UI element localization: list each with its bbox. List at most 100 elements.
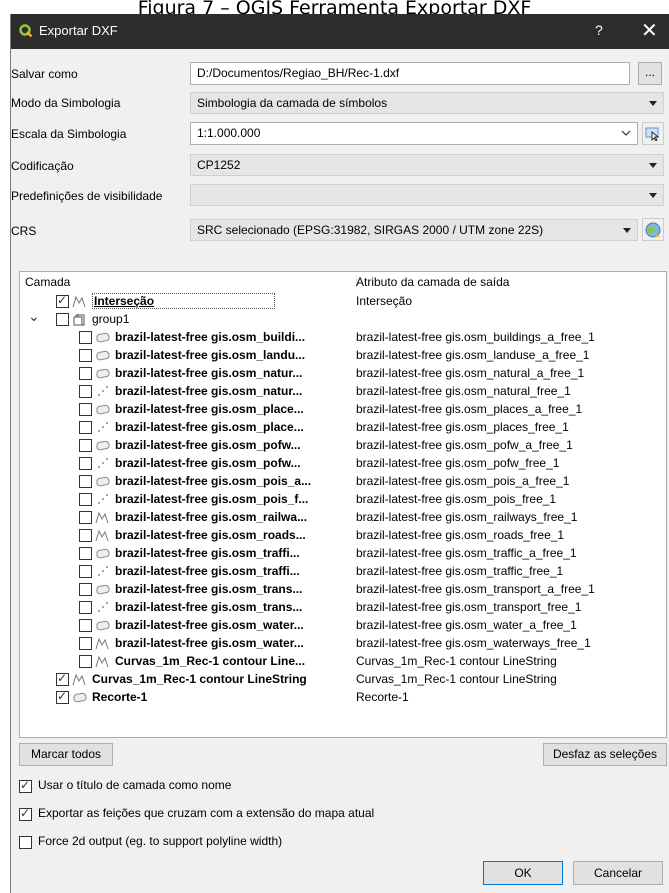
- output-attribute[interactable]: brazil-latest-free gis.osm_waterways_fre…: [356, 636, 591, 650]
- layer-row[interactable]: Interseção Interseção: [20, 293, 666, 310]
- output-attribute[interactable]: brazil-latest-free gis.osm_landuse_a_fre…: [356, 348, 589, 362]
- layer-checkbox[interactable]: [79, 637, 92, 650]
- layer-checkbox[interactable]: [79, 385, 92, 398]
- crs-selector-button[interactable]: [642, 218, 664, 241]
- layer-row[interactable]: Recorte-1 Recorte-1: [20, 689, 666, 706]
- layer-checkbox[interactable]: [79, 655, 92, 668]
- layer-checkbox[interactable]: [56, 671, 69, 686]
- expand-chevron-icon[interactable]: ⌄: [28, 308, 40, 325]
- layer-row[interactable]: brazil-latest-free gis.osm_buildi... braz…: [20, 329, 666, 346]
- layer-row[interactable]: brazil-latest-free gis.osm_natur... brazi…: [20, 383, 666, 400]
- layer-checkbox[interactable]: [79, 565, 92, 578]
- layer-row[interactable]: brazil-latest-free gis.osm_railwa... braz…: [20, 509, 666, 526]
- close-button[interactable]: ✕: [641, 18, 658, 42]
- deselect-all-button[interactable]: Desfaz as seleções: [543, 743, 667, 766]
- layer-checkbox[interactable]: [79, 493, 92, 506]
- layer-checkbox[interactable]: [79, 619, 92, 632]
- layer-checkbox[interactable]: [79, 349, 92, 362]
- layer-row[interactable]: brazil-latest-free gis.osm_pofw... brazil…: [20, 437, 666, 454]
- layer-checkbox[interactable]: [79, 475, 92, 488]
- output-attribute[interactable]: brazil-latest-free gis.osm_transport_a_f…: [356, 582, 595, 596]
- output-attribute[interactable]: brazil-latest-free gis.osm_places_a_free…: [356, 402, 582, 416]
- layer-checkbox[interactable]: [79, 529, 92, 542]
- layer-row[interactable]: brazil-latest-free gis.osm_traffi... braz…: [20, 545, 666, 562]
- layer-row[interactable]: brazil-latest-free gis.osm_landu... brazi…: [20, 347, 666, 364]
- output-attribute[interactable]: brazil-latest-free gis.osm_roads_free_1: [356, 528, 564, 542]
- layer-row[interactable]: brazil-latest-free gis.osm_water... brazi…: [20, 635, 666, 652]
- symbology-scale-label: Escala da Simbologia: [11, 127, 127, 141]
- output-attribute[interactable]: brazil-latest-free gis.osm_natural_free_…: [356, 384, 571, 398]
- layer-checkbox[interactable]: [56, 313, 69, 326]
- output-attribute[interactable]: brazil-latest-free gis.osm_water_a_free_…: [356, 618, 577, 632]
- output-attribute[interactable]: Curvas_1m_Rec-1 contour LineString: [356, 654, 557, 668]
- layer-checkbox[interactable]: [56, 689, 69, 704]
- polygon-icon: [95, 331, 111, 344]
- select-all-button[interactable]: Marcar todos: [19, 743, 113, 766]
- layer-checkbox[interactable]: [79, 457, 92, 470]
- symbology-mode-select[interactable]: Simbologia da camada de símbolos: [190, 92, 664, 114]
- cancel-button[interactable]: Cancelar: [573, 861, 663, 885]
- layer-row[interactable]: brazil-latest-free gis.osm_pois_a... braz…: [20, 473, 666, 490]
- layer-row[interactable]: brazil-latest-free gis.osm_roads... brazi…: [20, 527, 666, 544]
- symbology-mode-value: Simbologia da camada de símbolos: [197, 96, 388, 110]
- encoding-select[interactable]: CP1252: [190, 154, 664, 176]
- layer-name: group1: [92, 312, 130, 326]
- output-attribute[interactable]: brazil-latest-free gis.osm_railways_free…: [356, 510, 577, 524]
- layer-checkbox[interactable]: [79, 583, 92, 596]
- output-attribute[interactable]: Curvas_1m_Rec-1 contour LineString: [356, 672, 557, 686]
- layer-row[interactable]: brazil-latest-free gis.osm_water... brazi…: [20, 617, 666, 634]
- output-attribute[interactable]: brazil-latest-free gis.osm_transport_fre…: [356, 600, 581, 614]
- output-attribute[interactable]: Recorte-1: [356, 690, 409, 704]
- option-checkbox[interactable]: [19, 806, 32, 821]
- layer-row[interactable]: brazil-latest-free gis.osm_pois_f... braz…: [20, 491, 666, 508]
- column-header-attribute[interactable]: Atributo da camada de saída: [356, 272, 509, 292]
- point-icon: [95, 565, 111, 578]
- output-attribute[interactable]: brazil-latest-free gis.osm_traffic_free_…: [356, 564, 563, 578]
- layer-checkbox[interactable]: [79, 439, 92, 452]
- option-checkbox[interactable]: [19, 778, 32, 793]
- layer-row[interactable]: brazil-latest-free gis.osm_natur... brazi…: [20, 365, 666, 382]
- output-attribute[interactable]: Interseção: [356, 294, 412, 308]
- layer-checkbox[interactable]: [79, 403, 92, 416]
- layer-checkbox[interactable]: [56, 293, 69, 308]
- layer-row[interactable]: brazil-latest-free gis.osm_place... brazi…: [20, 401, 666, 418]
- layer-checkbox[interactable]: [79, 511, 92, 524]
- column-header-layer[interactable]: Camada: [25, 272, 70, 292]
- option-label[interactable]: Force 2d output (eg. to support polyline…: [38, 834, 282, 848]
- layer-row[interactable]: Curvas_1m_Rec-1 contour Line... Curvas_1m…: [20, 653, 666, 670]
- layer-checkbox[interactable]: [79, 547, 92, 560]
- option-checkbox[interactable]: [19, 836, 32, 849]
- save-as-input[interactable]: D:/Documentos/Regiao_BH/Rec-1.dxf: [190, 62, 630, 85]
- layer-checkbox[interactable]: [79, 421, 92, 434]
- visibility-presets-select[interactable]: [190, 184, 664, 206]
- output-attribute[interactable]: brazil-latest-free gis.osm_pois_a_free_1: [356, 474, 569, 488]
- layer-row[interactable]: brazil-latest-free gis.osm_trans... brazi…: [20, 599, 666, 616]
- layer-row[interactable]: brazil-latest-free gis.osm_place... brazi…: [20, 419, 666, 436]
- layer-checkbox[interactable]: [79, 601, 92, 614]
- symbology-scale-value: 1:1.000.000: [197, 126, 261, 140]
- output-attribute[interactable]: brazil-latest-free gis.osm_traffic_a_fre…: [356, 546, 577, 560]
- symbology-scale-input[interactable]: 1:1.000.000: [190, 122, 638, 145]
- layer-name: Curvas_1m_Rec-1 contour LineString: [92, 672, 307, 686]
- crs-select[interactable]: SRC selecionado (EPSG:31982, SIRGAS 2000…: [190, 219, 638, 241]
- output-attribute[interactable]: brazil-latest-free gis.osm_natural_a_fre…: [356, 366, 584, 380]
- browse-button[interactable]: ...: [638, 62, 662, 85]
- layer-row[interactable]: brazil-latest-free gis.osm_traffi... braz…: [20, 563, 666, 580]
- output-attribute[interactable]: brazil-latest-free gis.osm_pois_free_1: [356, 492, 556, 506]
- option-label[interactable]: Usar o título de camada como nome: [38, 778, 231, 792]
- ok-button[interactable]: OK: [483, 861, 563, 885]
- group-row[interactable]: ⌄ group1: [20, 308, 666, 328]
- output-attribute[interactable]: brazil-latest-free gis.osm_pofw_free_1: [356, 456, 559, 470]
- output-attribute[interactable]: brazil-latest-free gis.osm_pofw_a_free_1: [356, 438, 573, 452]
- option-label[interactable]: Exportar as feições que cruzam com a ext…: [38, 806, 374, 820]
- output-attribute[interactable]: brazil-latest-free gis.osm_buildings_a_f…: [356, 330, 595, 344]
- layer-row[interactable]: Curvas_1m_Rec-1 contour LineString Curvas…: [20, 671, 666, 688]
- output-attribute[interactable]: brazil-latest-free gis.osm_places_free_1: [356, 420, 569, 434]
- layer-row[interactable]: brazil-latest-free gis.osm_trans... brazi…: [20, 581, 666, 598]
- help-button[interactable]: ?: [595, 22, 603, 38]
- dropdown-arrow-icon: [649, 193, 657, 198]
- layer-checkbox[interactable]: [79, 331, 92, 344]
- scale-from-canvas-button[interactable]: [642, 122, 664, 145]
- layer-checkbox[interactable]: [79, 367, 92, 380]
- layer-row[interactable]: brazil-latest-free gis.osm_pofw... brazil…: [20, 455, 666, 472]
